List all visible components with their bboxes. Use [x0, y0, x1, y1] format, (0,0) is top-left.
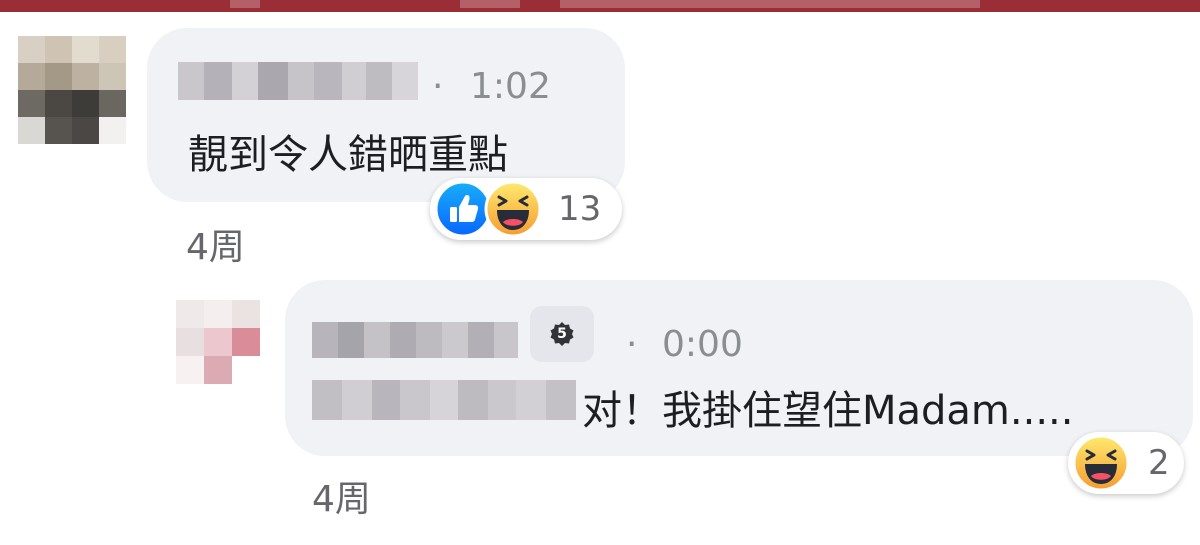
reaction-count: 2 — [1148, 443, 1170, 483]
comment-age[interactable]: 4周 — [186, 218, 245, 270]
commenter-avatar[interactable] — [18, 36, 126, 144]
reply-reaction-summary[interactable]: 2 — [1068, 432, 1184, 494]
blurred-reply-name[interactable] — [312, 322, 518, 358]
badge-number-icon: 5 — [549, 321, 575, 347]
reaction-summary[interactable]: 13 — [430, 178, 622, 240]
haha-icon — [484, 180, 542, 242]
haha-icon — [1072, 434, 1130, 496]
badge-number: 5 — [557, 326, 567, 342]
reaction-count: 13 — [558, 189, 602, 229]
reply-time: 0:00 — [662, 324, 743, 365]
reply-text: 对！我掛住望住Madam..... — [582, 388, 1074, 434]
blurred-mention[interactable] — [312, 380, 576, 420]
contributor-badge[interactable]: 5 — [530, 306, 594, 362]
reply-age[interactable]: 4周 — [312, 470, 371, 522]
top-banner — [0, 0, 1200, 12]
separator-dot: · — [432, 66, 444, 107]
comment-text: 靚到令人錯晒重點 — [188, 132, 508, 178]
comment-time: 1:02 — [470, 66, 551, 107]
blurred-commenter-name[interactable] — [178, 62, 418, 100]
separator-dot: · — [626, 324, 638, 365]
reply-avatar[interactable] — [176, 300, 260, 384]
